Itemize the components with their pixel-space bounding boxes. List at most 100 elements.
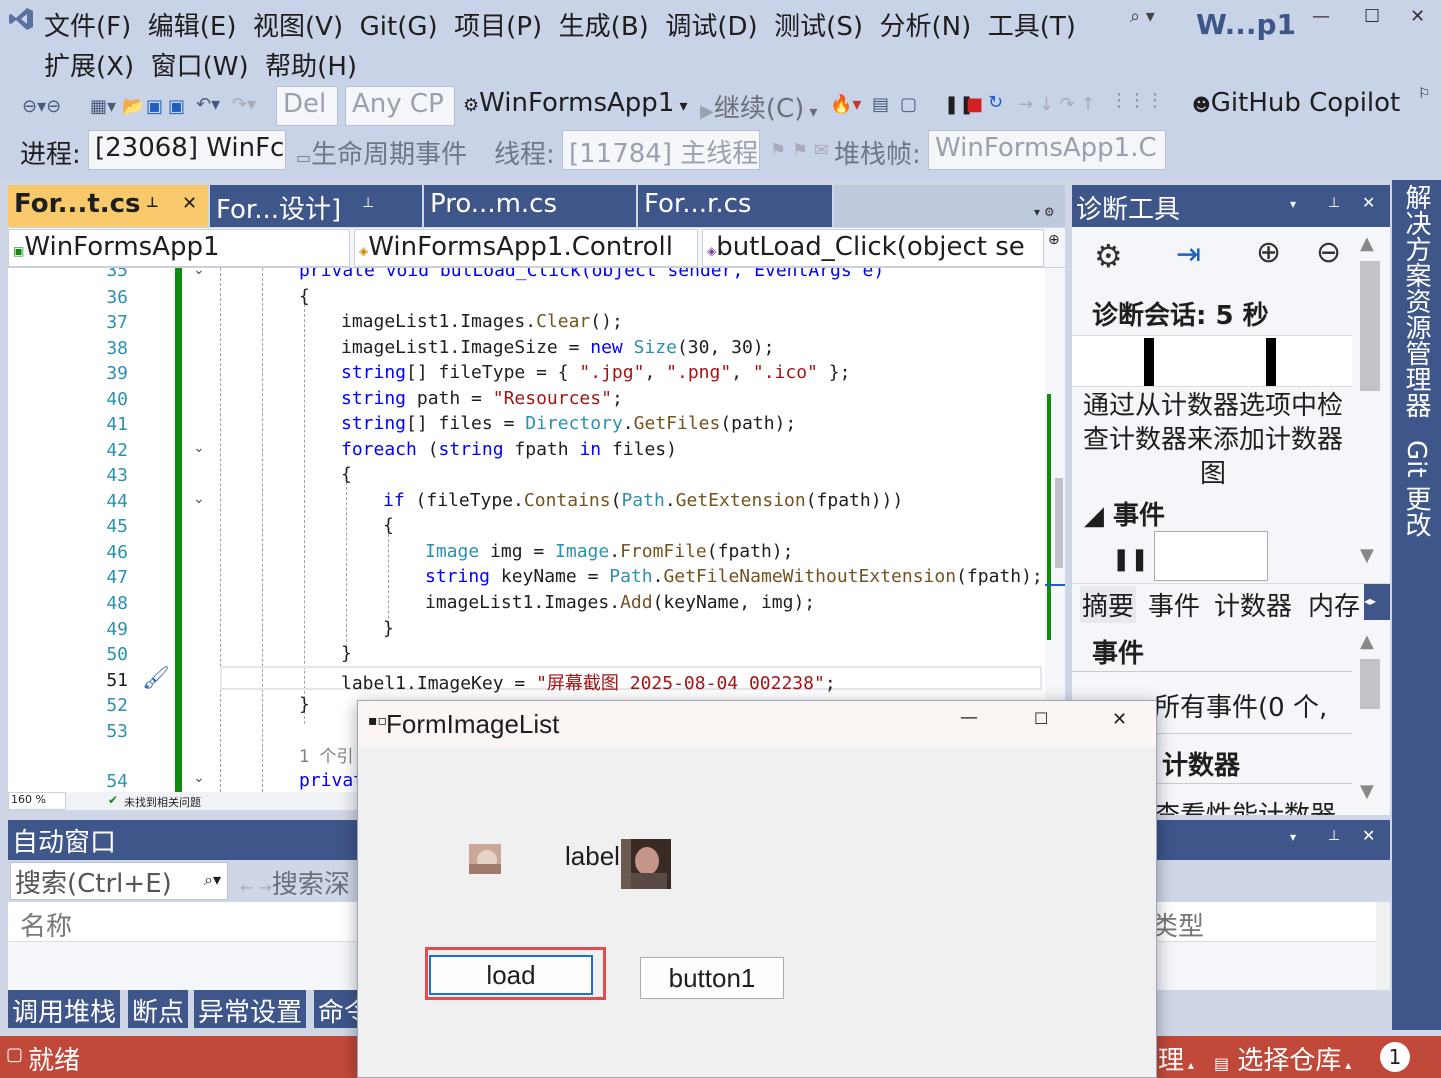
code-line-48[interactable]: imageList1.Images.Add(keyName, img);: [425, 592, 815, 613]
zoom-out-icon[interactable]: ⊖: [1316, 235, 1341, 270]
pin-icon[interactable]: ⊥: [146, 195, 159, 211]
pin-icon[interactable]: ⊥: [362, 195, 374, 211]
menu-help[interactable]: 帮助(H): [265, 52, 357, 82]
tab-form-designer-cs[interactable]: For...r.cs: [638, 185, 834, 227]
export-icon[interactable]: ⇥: [1176, 237, 1201, 272]
code-lens-references[interactable]: 1 个引: [299, 742, 353, 767]
code-line-36[interactable]: {: [299, 286, 310, 307]
settings-gear-icon[interactable]: ⚙: [1094, 237, 1123, 275]
form-minimize-button[interactable]: —: [960, 707, 978, 728]
menu-test[interactable]: 测试(S): [774, 12, 863, 42]
startup-project-dropdown[interactable]: ⚙WinFormsApp1 ▾: [463, 88, 687, 118]
code-line-38[interactable]: imageList1.ImageSize = new Size(30, 30);: [341, 337, 775, 358]
form-close-button[interactable]: ✕: [1112, 709, 1127, 730]
code-line-46[interactable]: Image img = Image.FromFile(fpath);: [425, 541, 793, 562]
summary-scrollbar[interactable]: ▲ ▼: [1356, 629, 1384, 809]
collapse-chevron-icon[interactable]: ⌄: [193, 770, 205, 786]
tab-summary[interactable]: 摘要: [1080, 586, 1137, 623]
diagnostics-scrollbar[interactable]: ▲ ▼: [1356, 231, 1384, 571]
autos-search-input[interactable]: 搜索(Ctrl+E): [10, 862, 228, 900]
member-dropdown[interactable]: ◈butLoad_Click(object se: [702, 229, 1044, 267]
timeline-ruler[interactable]: [1072, 335, 1352, 387]
git-changes-tab[interactable]: Git 更改: [1398, 440, 1435, 538]
continue-button[interactable]: ▶继续(C) ▾: [700, 88, 817, 125]
zoom-in-icon[interactable]: ⊕: [1256, 235, 1281, 270]
scroll-up-icon[interactable]: ▲: [1360, 233, 1374, 254]
tab-program-cs[interactable]: Pro...m.cs: [424, 185, 638, 227]
close-panel-icon[interactable]: ✕: [1362, 826, 1375, 845]
menu-window[interactable]: 窗口(W): [151, 52, 249, 82]
column-name[interactable]: 名称: [20, 906, 72, 943]
menu-file[interactable]: 文件(F): [44, 12, 131, 42]
thread-dropdown[interactable]: [11784] 主线程: [562, 130, 760, 170]
code-line-39[interactable]: string[] fileType = { ".jpg", ".png", ".…: [341, 362, 850, 383]
quick-actions-icon[interactable]: 🖌: [142, 666, 170, 691]
code-line-54[interactable]: privat: [299, 770, 364, 791]
search-depth-control[interactable]: ← →搜索深: [240, 864, 350, 901]
scroll-up-icon[interactable]: ▲: [1360, 631, 1374, 652]
load-button[interactable]: load: [429, 955, 593, 995]
scrollbar-thumb[interactable]: [1360, 659, 1380, 709]
menu-build[interactable]: 生成(B): [559, 12, 649, 42]
new-project-icon[interactable]: ▦▾: [90, 96, 116, 117]
menu-extensions[interactable]: 扩展(X): [44, 52, 134, 82]
open-file-icon[interactable]: 📂: [122, 96, 144, 117]
hot-reload-icon[interactable]: 🔥▾: [830, 94, 861, 115]
tab-formimagelist-cs[interactable]: For...t.cs ⊥ ✕: [8, 185, 210, 227]
code-line-45[interactable]: {: [383, 515, 394, 536]
panel-menu-icon[interactable]: ▾: [1290, 830, 1296, 844]
column-type[interactable]: 类型: [1152, 906, 1204, 943]
notification-badge[interactable]: 1: [1380, 1042, 1410, 1072]
save-all-icon[interactable]: ▣: [168, 96, 185, 117]
stack-frame-dropdown[interactable]: WinFormsApp1.C: [928, 130, 1166, 170]
close-panel-icon[interactable]: ✕: [1362, 193, 1375, 212]
thread-flag-icons[interactable]: ⚑ ⚑ ✉: [770, 140, 829, 161]
minimize-button[interactable]: —: [1312, 6, 1330, 27]
platform-dropdown[interactable]: Any CP: [345, 86, 455, 126]
collapse-chevron-icon[interactable]: ⌄: [193, 268, 205, 278]
tab-call-stack[interactable]: 调用堆栈: [8, 990, 121, 1028]
zoom-dropdown[interactable]: 160 %: [8, 792, 66, 810]
code-line-49[interactable]: }: [383, 618, 394, 639]
scrollbar-thumb[interactable]: [1055, 478, 1063, 568]
tab-counters[interactable]: 计数器: [1214, 586, 1292, 623]
scroll-down-icon[interactable]: ▼: [1360, 781, 1374, 802]
scroll-down-icon[interactable]: ▼: [1360, 545, 1374, 566]
tab-memory[interactable]: 内存: [1308, 586, 1360, 623]
collapse-chevron-icon[interactable]: ⌄: [193, 491, 205, 507]
pause-events-icon[interactable]: ❚❚: [1112, 547, 1149, 572]
issues-status[interactable]: 未找到相关问题: [124, 794, 201, 810]
close-button[interactable]: ✕: [1410, 6, 1425, 27]
menu-analyze[interactable]: 分析(N): [880, 12, 972, 42]
code-line-47[interactable]: string keyName = Path.GetFileNameWithout…: [425, 566, 1043, 587]
diagnostics-icon[interactable]: ▢: [900, 94, 917, 115]
save-icon[interactable]: ▣: [146, 96, 163, 117]
menu-view[interactable]: 视图(V): [253, 12, 343, 42]
stop-icon[interactable]: ■: [966, 94, 983, 115]
pin-icon[interactable]: ⊥: [1328, 195, 1340, 211]
class-dropdown[interactable]: ◈WinFormsApp1.Controll: [354, 229, 698, 267]
browser-link-icon[interactable]: ▤: [872, 94, 889, 115]
lifecycle-events-dropdown[interactable]: ▭生命周期事件: [296, 134, 467, 171]
tab-scroll-arrows-icon[interactable]: ◂▸: [1364, 584, 1390, 620]
menu-debug[interactable]: 调试(D): [665, 12, 757, 42]
restart-icon[interactable]: ↻: [988, 92, 1003, 113]
code-line-41[interactable]: string[] files = Directory.GetFiles(path…: [341, 413, 796, 434]
tab-form-designer[interactable]: For...设计] ⊥: [210, 185, 424, 227]
code-line-51[interactable]: label1.ImageKey = "屏幕截图 2025-08-04 00223…: [341, 669, 836, 695]
configuration-dropdown[interactable]: Del: [276, 86, 338, 126]
code-line-37[interactable]: imageList1.Images.Clear();: [341, 311, 623, 332]
panel-menu-icon[interactable]: ▾: [1290, 197, 1296, 211]
events-section-header[interactable]: ◢ 事件: [1084, 495, 1165, 532]
menu-project[interactable]: 项目(P): [454, 12, 542, 42]
toolbar-overflow-icon[interactable]: ⋮⋮⋮: [1110, 90, 1164, 111]
process-dropdown[interactable]: [23068] WinFc: [88, 130, 286, 170]
feedback-icon[interactable]: ⚐: [1418, 86, 1431, 102]
project-dropdown[interactable]: ▣WinFormsApp1: [8, 229, 350, 267]
menu-tools[interactable]: 工具(T): [988, 12, 1076, 42]
search-icon[interactable]: ⌕ ▾: [1130, 6, 1155, 27]
search-icon[interactable]: ⌕▾: [204, 870, 221, 890]
scrollbar-thumb[interactable]: [1360, 261, 1380, 391]
close-tab-icon[interactable]: ✕: [182, 193, 197, 214]
select-repository-button[interactable]: ▤ 选择仓库 ▴: [1214, 1040, 1351, 1077]
